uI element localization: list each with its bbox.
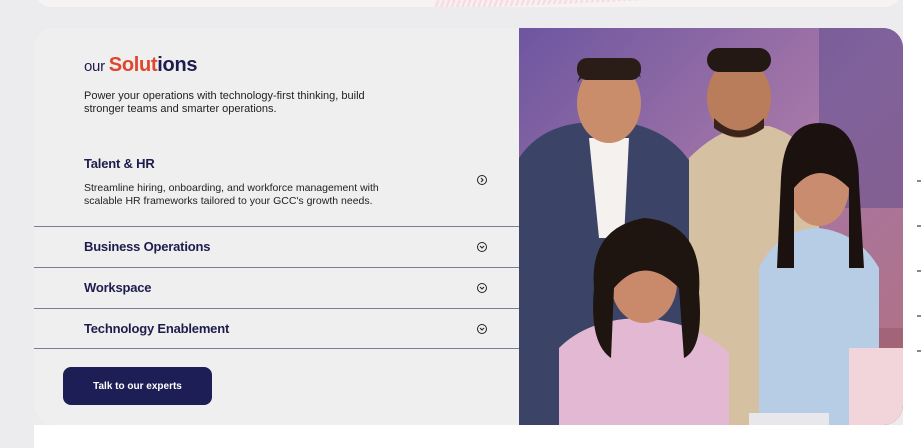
accordion-item-technology-enablement[interactable]: Technology Enablement — [34, 309, 519, 349]
accordion-description: Streamline hiring, onboarding, and workf… — [84, 182, 379, 207]
edge-mark — [917, 225, 921, 227]
accordion-item-business-operations[interactable]: Business Operations — [34, 227, 519, 267]
title-rest: ions — [157, 54, 198, 76]
accordion-item-workspace[interactable]: Workspace — [34, 268, 519, 308]
solutions-section: our Solutions Power your operations with … — [34, 28, 903, 425]
chevron-right-circle-icon[interactable] — [477, 175, 487, 185]
edge-mark — [917, 315, 921, 317]
section-intro: Power your operations with technology-fi… — [84, 90, 365, 115]
previous-section-card — [34, 0, 902, 7]
page-edge — [903, 0, 922, 448]
accordion-title: Business Operations — [84, 239, 211, 254]
accordion-divider — [34, 348, 519, 349]
edge-mark — [917, 180, 921, 182]
next-section-start — [34, 425, 903, 448]
title-prefix: our — [84, 58, 105, 75]
chevron-down-circle-icon[interactable] — [477, 283, 487, 293]
decorative-wave — [434, 0, 734, 7]
accordion-title: Talent & HR — [84, 156, 155, 171]
team-photo — [519, 28, 903, 425]
talk-to-experts-button[interactable]: Talk to our experts — [63, 367, 212, 405]
accordion-title: Workspace — [84, 280, 152, 295]
chevron-down-circle-icon[interactable] — [477, 324, 487, 334]
chevron-down-circle-icon[interactable] — [477, 242, 487, 252]
edge-mark — [917, 270, 921, 272]
accordion-title: Technology Enablement — [84, 321, 230, 336]
team-photo-illustration — [519, 28, 903, 425]
section-title: our Solutions — [84, 54, 198, 77]
edge-mark — [917, 350, 921, 352]
title-accent: Solut — [108, 54, 158, 76]
